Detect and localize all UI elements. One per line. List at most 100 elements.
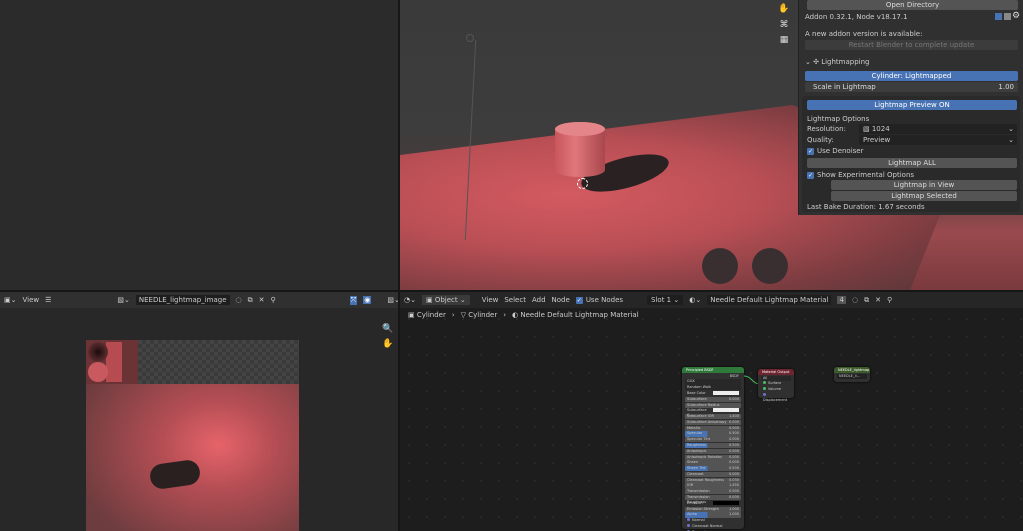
node-input-row[interactable]: Clearcoat Roughness 0.030 xyxy=(685,477,741,483)
image-editor[interactable]: ▣⌄ View ☰ ▧⌄ NEEDLE_lightmap_image ◌ ⧉ ✕… xyxy=(0,292,398,531)
editor-type-icon[interactable]: ◔⌄ xyxy=(404,296,416,304)
node-input-row[interactable]: Base Color xyxy=(685,390,741,396)
duplicate-icon[interactable]: ⧉ xyxy=(248,296,253,305)
gear-icon[interactable]: ⚙ xyxy=(1012,11,1020,21)
node-input-row[interactable]: Metallic 0.000 xyxy=(685,425,741,431)
material-output-node[interactable]: Material Output All Surface Volume Displ… xyxy=(758,369,794,402)
node-input-row[interactable]: Roughness 0.500 xyxy=(685,442,741,449)
menu-add[interactable]: Add xyxy=(532,296,546,304)
3d-viewport[interactable]: ✋ ⌘ ▦ Open Directory Addon 0.32.1, Node … xyxy=(400,0,1023,290)
mode-dropdown[interactable]: ▣ Object ⌄ xyxy=(421,295,470,305)
image-texture-node[interactable]: NEEDLE_lightmap NEEDLE_li... xyxy=(834,367,870,382)
duplicate-icon[interactable]: ⧉ xyxy=(864,296,869,305)
close-icon[interactable]: ✕ xyxy=(259,296,265,304)
docs-icon[interactable] xyxy=(995,13,1002,20)
material-browse-icon[interactable]: ◐⌄ xyxy=(689,296,701,304)
node-input-row[interactable]: Subsurface Radius xyxy=(685,402,741,408)
bsdf-output: BSDF xyxy=(729,373,739,378)
node-input-row[interactable]: Transmission 0.000 xyxy=(685,489,741,495)
image-field[interactable]: NEEDLE_li... xyxy=(837,373,867,379)
nav-button[interactable] xyxy=(702,248,738,284)
section-lightmapping[interactable]: ⌄ ✣ Lightmapping xyxy=(805,57,1018,67)
display-icon[interactable]: ▧⌄ xyxy=(387,296,398,304)
grid-icon[interactable]: ▦ xyxy=(778,35,790,47)
checkbox-icon: ✓ xyxy=(575,296,583,304)
lightmap-in-view-button[interactable]: Lightmap in View xyxy=(831,180,1017,190)
material-name-field[interactable]: Needle Default Lightmap Material xyxy=(707,295,832,305)
last-bake-duration: Last Bake Duration: 1.67 seconds xyxy=(807,203,925,211)
view-menu[interactable]: View xyxy=(22,296,39,304)
node-input-row[interactable]: Clearcoat 0.000 xyxy=(685,471,741,478)
distribution-dropdown[interactable]: GGX xyxy=(685,379,741,385)
node-input-row[interactable]: Transmission Roughness 0.000 xyxy=(685,495,741,504)
restart-button[interactable]: Restart Blender to complete update xyxy=(805,40,1018,50)
input-value: 0.000 xyxy=(728,419,739,424)
color-swatch[interactable] xyxy=(712,500,739,505)
editor-type-icon[interactable]: ▣⌄ xyxy=(4,296,16,304)
node-input-row[interactable]: Alpha 1.000 xyxy=(685,512,741,518)
input-value: 1.000 xyxy=(728,512,739,517)
node-input-row[interactable]: Subsurface IOR 1.400 xyxy=(685,414,741,420)
vector-input: Normal xyxy=(685,518,741,523)
image-name-field[interactable]: NEEDLE_lightmap_image xyxy=(135,295,230,305)
input-value: 0.000 xyxy=(728,495,739,499)
color-swatch[interactable] xyxy=(713,390,739,395)
color-swatch[interactable] xyxy=(713,408,739,413)
lightmap-selected-button[interactable]: Lightmap Selected xyxy=(831,191,1017,201)
principled-bsdf-node[interactable]: Principled BSDF BSDF GGX Random Walk Bas… xyxy=(682,367,744,531)
node-input-row[interactable]: Subsurface 0.000 xyxy=(685,396,741,402)
quality-dropdown[interactable]: Preview ⌄ xyxy=(859,135,1017,145)
image-browse-icon[interactable]: ▧⌄ xyxy=(117,296,129,304)
menu-view[interactable]: View xyxy=(482,296,499,304)
node-input-row[interactable]: Anisotropic 0.000 xyxy=(685,448,741,454)
fake-user-icon[interactable]: ◌ xyxy=(236,296,242,304)
use-denoiser-checkbox[interactable]: ✓ Use Denoiser xyxy=(807,146,1018,156)
subsurface-method-dropdown[interactable]: Random Walk xyxy=(685,385,741,391)
node-input-row[interactable]: Specular 0.500 xyxy=(685,431,741,437)
breadcrumb-label: Cylinder xyxy=(416,311,446,319)
close-icon[interactable]: ✕ xyxy=(875,296,881,304)
node-input-row[interactable]: Emission xyxy=(685,500,741,506)
node-input-row[interactable]: Sheen Tint 0.500 xyxy=(685,466,741,472)
resolution-dropdown[interactable]: ▧ 1024 ⌄ xyxy=(859,124,1017,134)
node-editor[interactable]: ◔⌄ ▣ Object ⌄ View Select Add Node ✓ Use … xyxy=(400,292,1023,531)
input-label: Clearcoat Roughness xyxy=(687,477,724,482)
hand-icon[interactable]: ✋ xyxy=(778,4,790,16)
mode-value: Object xyxy=(434,296,458,304)
open-directory-button[interactable]: Open Directory xyxy=(807,0,1018,10)
camera-icon[interactable]: ⌘ xyxy=(778,20,790,32)
zoom-icon[interactable]: 🔍 xyxy=(382,324,394,336)
menu-select[interactable]: Select xyxy=(504,296,526,304)
uv-sync-icon[interactable]: ⤧ xyxy=(349,295,358,305)
node-input-row[interactable]: IOR 1.450 xyxy=(685,483,741,489)
input-label: Subsurface xyxy=(687,396,707,401)
breadcrumb-label: Cylinder xyxy=(468,311,498,319)
node-input-row[interactable]: Subsurface C... xyxy=(685,408,741,417)
pin-icon[interactable]: ⚲ xyxy=(887,296,892,304)
pin-icon[interactable]: ⚲ xyxy=(271,296,276,304)
node-input-row[interactable]: Subsurface Anisotropy 0.000 xyxy=(685,419,741,426)
menu-node[interactable]: Node xyxy=(552,296,570,304)
node-input-row[interactable]: Emission Strength 1.000 xyxy=(685,506,741,512)
object-status-button[interactable]: Cylinder: Lightmapped xyxy=(805,71,1018,81)
overlay-icon[interactable]: ◉ xyxy=(363,296,372,304)
target-dropdown[interactable]: All xyxy=(761,375,791,381)
nav-button[interactable] xyxy=(752,248,788,284)
node-input-row[interactable]: Anisotropic Rotation 0.000 xyxy=(685,454,741,460)
fake-user-icon[interactable]: ◌ xyxy=(852,296,858,304)
users-count[interactable]: 4 xyxy=(837,296,846,304)
scale-field[interactable]: Scale in Lightmap 1.00 xyxy=(805,82,1018,92)
hand-icon[interactable]: ✋ xyxy=(382,339,394,351)
light-icon[interactable] xyxy=(466,34,474,42)
menu-icon[interactable]: ☰ xyxy=(45,296,51,304)
slot-dropdown[interactable]: Slot 1 ⌄ xyxy=(647,295,684,305)
show-experimental-checkbox[interactable]: ✓ Show Experimental Options xyxy=(807,170,1018,180)
input-value: 0.000 xyxy=(728,460,739,465)
node-input-row[interactable]: Specular Tint 0.000 xyxy=(685,437,741,443)
node-title: NEEDLE_lightmap xyxy=(834,367,870,373)
use-nodes-checkbox[interactable]: ✓ Use Nodes xyxy=(575,296,623,304)
preview-toggle-button[interactable]: Lightmap Preview ON xyxy=(807,100,1017,110)
node-input-row[interactable]: Sheen 0.000 xyxy=(685,460,741,466)
lightmap-all-button[interactable]: Lightmap ALL xyxy=(807,158,1017,168)
list-icon[interactable] xyxy=(1004,13,1011,20)
